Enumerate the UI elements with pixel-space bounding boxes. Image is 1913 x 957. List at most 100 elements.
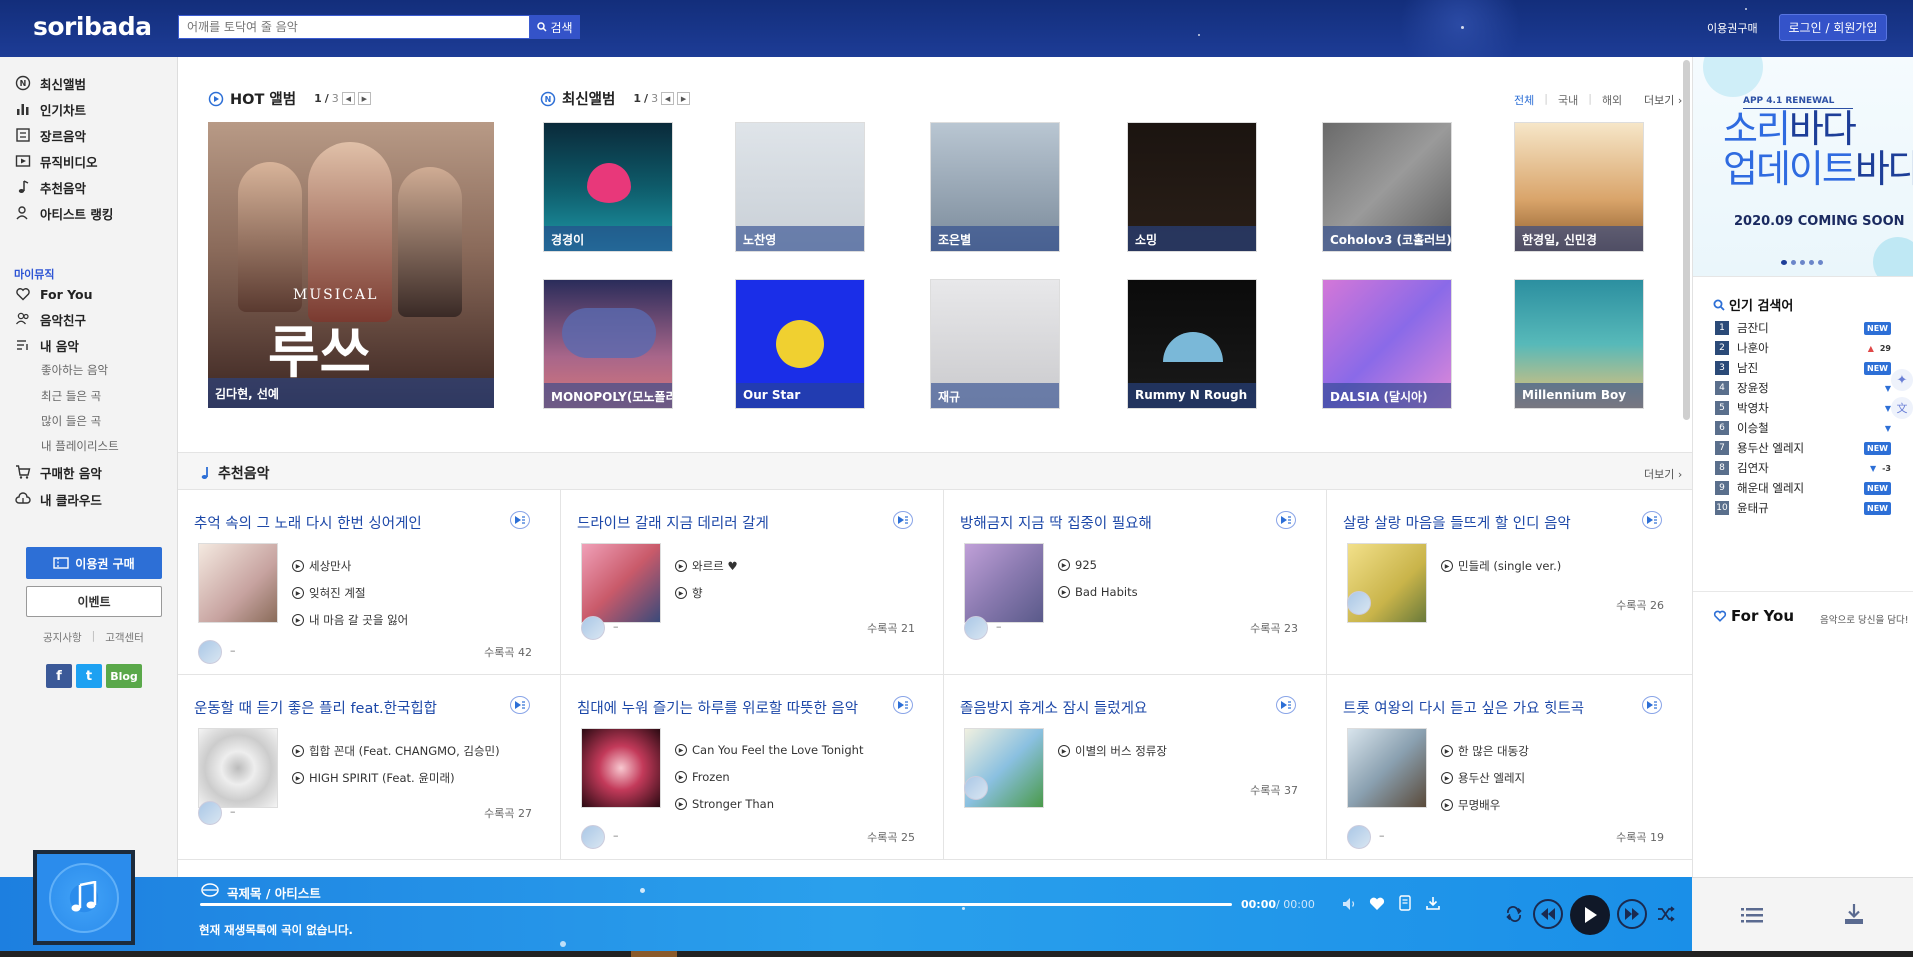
play-all-icon[interactable] [510,511,530,529]
track-item[interactable]: ▶ Bad Habits [1058,585,1288,599]
search-input[interactable] [179,16,529,38]
play-icon[interactable]: ▶ [675,560,687,572]
search-button[interactable]: 검색 [530,15,580,39]
player-progress-bar[interactable] [200,903,1232,906]
playlist-card[interactable]: 드라이브 갈래 지금 데리러 갈게 ▶ 와르르 ♥ ▶ 향 – 수록곡 21 [561,490,944,675]
playlist-card[interactable]: 추억 속의 그 노래 다시 한번 싱어게인 ▶ 세상만사 ▶ 잊혀진 계절 ▶ 내 마음 갈… [178,490,561,675]
soribada-logo[interactable]: soribada [33,12,152,41]
popular-keyword-item[interactable]: 4 장윤정 ▼ [1715,380,1895,396]
play-icon[interactable]: ▶ [675,744,687,756]
sidebar-sub-most-played[interactable]: 많이 들은 곡 [41,413,101,429]
play-icon[interactable]: ▶ [675,771,687,783]
playlist-card[interactable]: 방해금지 지금 딱 집중이 필요해 ▶ 925 ▶ Bad Habits – 수록곡 23 [944,490,1327,675]
playlist-card[interactable]: 트롯 여왕의 다시 듣고 싶은 가요 힛트곡 ▶ 한 많은 대동강 ▶ 용두산 엘레지 ▶… [1327,675,1692,860]
player-track-title[interactable]: 곡제목 / 아티스트 [227,883,321,902]
shuffle-icon[interactable] [1655,903,1677,925]
sidebar-item-new-album[interactable]: N 최신앨범 [14,73,86,93]
main-scrollbar[interactable] [1683,60,1690,420]
sidebar-item-cloud[interactable]: 내 클라우드 [14,489,102,509]
blog-icon[interactable]: Blog [106,664,142,688]
latest-album-item[interactable]: 경경이 [543,122,673,252]
filter-overseas[interactable]: 해외 [1602,92,1622,108]
track-item[interactable]: ▶ 민들레 (single ver.) [1441,558,1671,574]
sidebar-sub-recent[interactable]: 최근 들은 곡 [41,388,101,404]
play-icon[interactable]: ▶ [1058,745,1070,757]
track-item[interactable]: ▶ 925 [1058,558,1288,572]
play-icon[interactable]: ▶ [1441,772,1453,784]
track-item[interactable]: ▶ 무명배우 [1441,797,1671,813]
popular-keyword-item[interactable]: 2 나훈아 ▲ 29 [1715,340,1895,356]
volume-icon[interactable] [1340,895,1360,913]
banner-dot[interactable] [1818,260,1823,265]
twitter-icon[interactable]: t [76,664,102,688]
lyrics-icon[interactable] [1396,894,1414,912]
next-button[interactable] [1617,899,1647,929]
track-item[interactable]: ▶ Stronger Than [675,797,905,811]
sidebar-sub-my-playlist[interactable]: 내 플레이리스트 [41,438,119,454]
playlist-card[interactable]: 살랑 살랑 마음을 들뜨게 할 인디 음악 ▶ 민들레 (single ver.) 수… [1327,490,1692,675]
filter-domestic[interactable]: 국내 [1558,92,1578,108]
banner-dot[interactable] [1800,260,1805,265]
play-icon[interactable]: ▶ [1441,560,1453,572]
playlist-card-title[interactable]: 졸음방지 휴게소 잠시 들렀게요 [960,697,1260,718]
latest-album-item[interactable]: 조은별 [930,122,1060,252]
hot-next-button[interactable]: ▶ [357,92,371,105]
playlist-thumbnail[interactable] [1347,728,1427,808]
latest-album-item[interactable]: Our Star [735,279,865,409]
hot-prev-button[interactable]: ◀ [341,92,355,105]
sidebar-item-recommend[interactable]: 추천음악 [14,177,86,197]
app-renewal-banner[interactable]: APP 4.1 RENEWAL 소리바다 업데이트바다 2020.09 COMI… [1693,57,1913,277]
track-item[interactable]: ▶ Can You Feel the Love Tonight [675,743,905,757]
track-item[interactable]: ▶ 이별의 버스 정류장 [1058,743,1288,759]
curator-avatar[interactable] [1347,825,1371,849]
play-icon[interactable]: ▶ [675,798,687,810]
sidebar-item-my-music[interactable]: 내 음악 [14,335,79,355]
sidebar-item-purchased[interactable]: 구매한 음악 [14,462,102,482]
playlist-card[interactable]: 운동할 때 듣기 좋은 플리 feat.한국힙합 ▶ 힙합 꼰대 (Feat. CH… [178,675,561,860]
popular-keyword-item[interactable]: 9 해운대 엘레지 NEW [1715,480,1895,496]
sidebar-item-music-friends[interactable]: 음악친구 [14,309,86,329]
sidebar-item-genre[interactable]: 장르음악 [14,125,86,145]
like-heart-icon[interactable] [1367,895,1387,913]
play-icon[interactable]: ▶ [292,587,304,599]
facebook-icon[interactable]: f [46,664,72,688]
latest-next-button[interactable]: ▶ [677,92,691,105]
play-icon[interactable]: ▶ [1058,586,1070,598]
latest-prev-button[interactable]: ◀ [661,92,675,105]
track-item[interactable]: ▶ 용두산 엘레지 [1441,770,1671,786]
play-all-icon[interactable] [1276,696,1296,714]
curator-avatar[interactable] [964,616,988,640]
playlist-card-title[interactable]: 침대에 누워 즐기는 하루를 위로할 따뜻한 음악 [577,697,877,718]
repeat-icon[interactable] [1503,903,1525,925]
track-item[interactable]: ▶ 내 마음 갈 곳을 잃어 [292,612,522,628]
latest-album-item[interactable]: 재규 [930,279,1060,409]
playlist-card[interactable]: 침대에 누워 즐기는 하루를 위로할 따뜻한 음악 ▶ Can You Feel t… [561,675,944,860]
track-item[interactable]: ▶ 와르르 ♥ [675,558,905,574]
support-link[interactable]: 고객센터 [105,630,144,645]
track-item[interactable]: ▶ 힙합 꼰대 (Feat. CHANGMO, 김승민) [292,743,522,759]
latest-album-item[interactable]: 한경일, 신민경 [1514,122,1644,252]
popular-keyword-item[interactable]: 7 용두산 엘레지 NEW [1715,440,1895,456]
curator-avatar[interactable] [964,776,988,800]
sidebar-item-for-you[interactable]: For You [14,284,93,304]
previous-button[interactable] [1533,899,1563,929]
playlist-card-title[interactable]: 드라이브 갈래 지금 데리러 갈게 [577,512,877,533]
sidebar-item-chart[interactable]: 인기차트 [14,99,86,119]
play-icon[interactable]: ▶ [292,560,304,572]
curator-avatar[interactable] [198,640,222,664]
popular-keyword-item[interactable]: 8 김연자 ▼ -3 [1715,460,1895,476]
banner-dot[interactable] [1791,260,1796,265]
popular-keyword-item[interactable]: 1 금잔디 NEW [1715,320,1895,336]
voucher-link[interactable]: 이용권구매 [1707,20,1758,36]
translate-icon[interactable]: 文 [1891,397,1913,419]
playlist-card-title[interactable]: 방해금지 지금 딱 집중이 필요해 [960,512,1260,533]
download-icon[interactable] [1424,894,1442,912]
buy-voucher-button[interactable]: 이용권 구매 [26,547,162,579]
curator-avatar[interactable] [1347,591,1371,615]
banner-dot[interactable] [1809,260,1814,265]
sidebar-item-artist-ranking[interactable]: 아티스트 랭킹 [14,203,113,223]
popular-keyword-item[interactable]: 5 박영차 ▼ [1715,400,1895,416]
banner-dot[interactable] [1781,260,1787,265]
track-item[interactable]: ▶ Frozen [675,770,905,784]
playlist-thumbnail[interactable] [198,728,278,808]
